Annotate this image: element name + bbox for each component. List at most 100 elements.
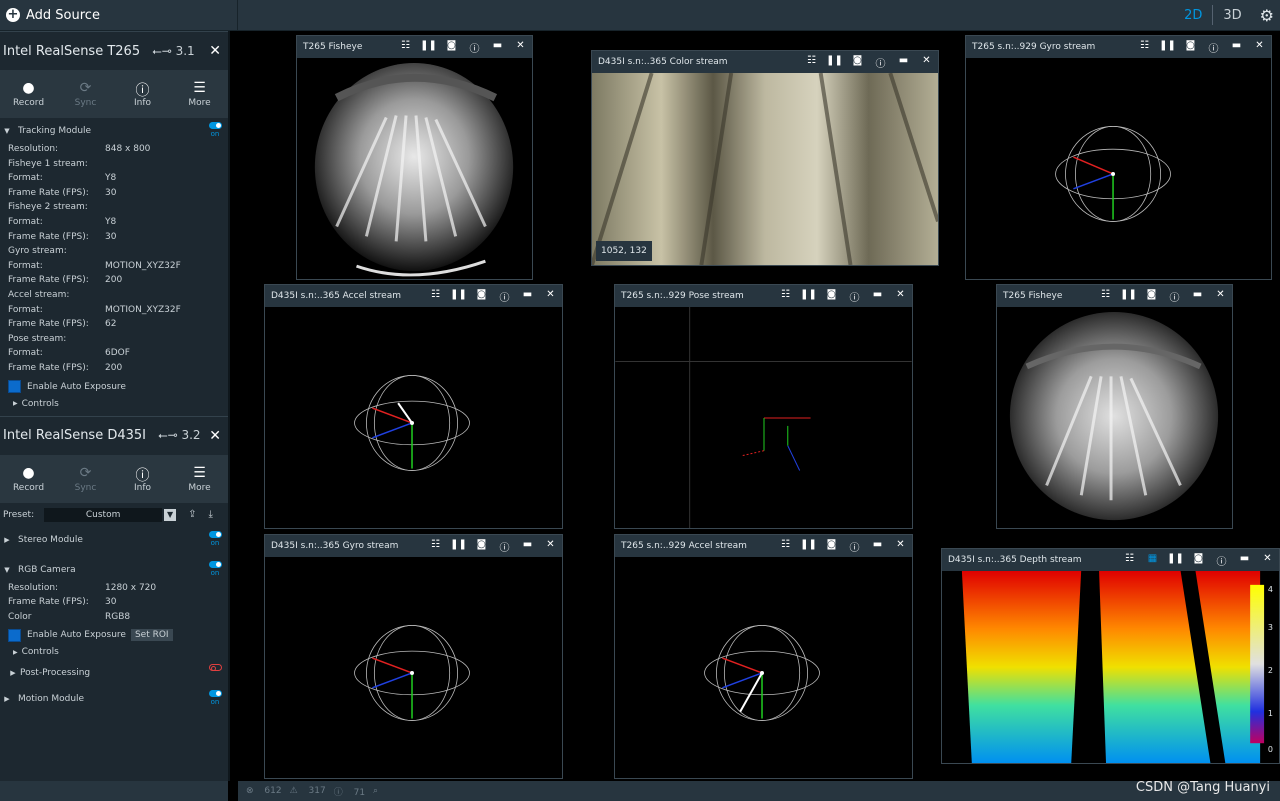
post-processing-toggle[interactable] [208,664,222,672]
module-motion[interactable]: ▶ Motion Module on [0,686,228,712]
close-icon[interactable]: ✕ [1209,289,1232,304]
close-icon[interactable]: ✕ [509,40,532,55]
info-icon[interactable]: ⓘ [493,289,516,304]
camera-icon[interactable]: ◙ [440,40,463,55]
warning-count[interactable]: ⚠ 317 [290,786,326,796]
module-tracking[interactable]: ▼ Tracking Module on [0,118,228,144]
close-icon[interactable]: ✕ [539,539,562,554]
module-rgb[interactable]: ▼ RGB Camera on [0,557,228,583]
minimize-icon[interactable]: ▬ [866,289,889,304]
close-icon[interactable]: ✕ [539,289,562,304]
chart-icon[interactable]: ▦ [1141,553,1164,568]
controls-expander[interactable]: ▶ Controls [0,644,228,660]
camera-icon[interactable]: ◙ [1187,553,1210,568]
minimize-icon[interactable]: ▬ [516,539,539,554]
preset-select[interactable]: Custom [44,507,163,522]
pause-icon[interactable]: ❚❚ [1164,553,1187,568]
close-icon[interactable]: ✕ [1248,40,1271,55]
list-icon[interactable]: ☷ [1118,553,1141,568]
minimize-icon[interactable]: ▬ [1225,40,1248,55]
minimize-icon[interactable]: ▬ [1186,289,1209,304]
set-roi-button[interactable]: Set ROI [130,629,173,642]
list-icon[interactable]: ☷ [1094,289,1117,304]
auto-exposure-checkbox[interactable]: Enable Auto Exposure Set ROI [0,626,228,644]
close-icon[interactable]: ✕ [1256,553,1279,568]
more-button[interactable]: ☰ More [171,70,228,118]
list-icon[interactable]: ☷ [800,55,823,70]
list-icon[interactable]: ☷ [774,539,797,554]
post-processing-row[interactable]: ▶ Post-Processing [0,660,228,686]
module-toggle[interactable]: on [208,690,222,706]
info-button[interactable]: ⓘ Info [114,70,171,118]
camera-icon[interactable]: ◙ [470,539,493,554]
record-button[interactable]: ● Record [0,70,57,118]
pause-icon[interactable]: ❚❚ [447,289,470,304]
close-icon[interactable]: ✕ [209,428,228,444]
minimize-icon[interactable]: ▬ [866,539,889,554]
close-icon[interactable]: ✕ [209,43,228,59]
sync-button[interactable]: ⟳ Sync [57,455,114,503]
checkbox-icon[interactable] [8,380,21,393]
module-toggle[interactable]: on [208,560,222,577]
view-2d-button[interactable]: 2D [1174,8,1212,23]
camera-icon[interactable]: ◙ [470,289,493,304]
info-icon[interactable]: ⓘ [1163,289,1186,304]
camera-icon[interactable]: ◙ [846,55,869,70]
sync-button[interactable]: ⟳ Sync [57,70,114,118]
info-icon[interactable]: ⓘ [1210,553,1233,568]
stream-window-t265-pose[interactable]: T265 s.n:..929 Pose stream ☷ ❚❚ ◙ ⓘ ▬ ✕ [614,284,913,529]
close-icon[interactable]: ✕ [889,289,912,304]
download-icon[interactable]: ⤓ [209,509,213,520]
pause-icon[interactable]: ❚❚ [1117,289,1140,304]
minimize-icon[interactable]: ▬ [892,55,915,70]
chevron-down-icon[interactable]: ▼ [164,508,177,521]
list-icon[interactable]: ☷ [424,539,447,554]
minimize-icon[interactable]: ▬ [1233,553,1256,568]
info-icon[interactable]: ⓘ [869,55,892,70]
stream-window-t265-fisheye-2[interactable]: T265 Fisheye ☷ ❚❚ ◙ ⓘ ▬ ✕ [996,284,1233,529]
info-icon[interactable]: ⓘ [493,539,516,554]
view-3d-button[interactable]: 3D [1213,8,1251,23]
list-icon[interactable]: ☷ [394,40,417,55]
pause-icon[interactable]: ❚❚ [417,40,440,55]
camera-icon[interactable]: ◙ [1140,289,1163,304]
minimize-icon[interactable]: ▬ [486,40,509,55]
auto-exposure-checkbox[interactable]: Enable Auto Exposure [0,378,228,396]
info-count[interactable]: ⓘ 71 [334,785,365,798]
list-icon[interactable]: ☷ [774,289,797,304]
gear-icon[interactable]: ⚙ [1252,6,1280,25]
minimize-icon[interactable]: ▬ [516,289,539,304]
module-toggle[interactable]: on [208,122,222,138]
info-icon[interactable]: ⓘ [843,539,866,554]
stream-window-d435-gyro[interactable]: D435I s.n:..365 Gyro stream ☷ ❚❚ ◙ ⓘ ▬ ✕ [264,534,563,779]
stream-window-t265-accel[interactable]: T265 s.n:..929 Accel stream ☷ ❚❚ ◙ ⓘ ▬ ✕ [614,534,913,779]
pause-icon[interactable]: ❚❚ [823,55,846,70]
info-button[interactable]: ⓘ Info [114,455,171,503]
camera-icon[interactable]: ◙ [820,539,843,554]
stream-window-d435-color[interactable]: D435I s.n:..365 Color stream ☷ ❚❚ ◙ ⓘ ▬ ✕ 105… [591,50,939,266]
list-icon[interactable]: ☷ [1133,40,1156,55]
error-count[interactable]: ⊗ 612 [246,786,282,796]
record-button[interactable]: ● Record [0,455,57,503]
stream-window-d435-depth[interactable]: D435I s.n:..365 Depth stream ☷ ▦ ❚❚ ◙ ⓘ ▬ ✕ 4 … [941,548,1280,764]
search-icon[interactable]: ⌕ [373,786,378,796]
checkbox-icon[interactable] [8,628,21,642]
info-icon[interactable]: ⓘ [1202,40,1225,55]
close-icon[interactable]: ✕ [915,55,938,70]
list-icon[interactable]: ☷ [424,289,447,304]
stream-window-t265-fisheye[interactable]: T265 Fisheye ☷ ❚❚ ◙ ⓘ ▬ ✕ [296,35,533,280]
camera-icon[interactable]: ◙ [1179,40,1202,55]
pause-icon[interactable]: ❚❚ [797,539,820,554]
add-source-button[interactable]: + Add Source [0,0,238,30]
info-icon[interactable]: ⓘ [843,289,866,304]
more-button[interactable]: ☰ More [171,455,228,503]
upload-icon[interactable]: ⇪ [188,509,196,520]
info-icon[interactable]: ⓘ [463,40,486,55]
pause-icon[interactable]: ❚❚ [447,539,470,554]
controls-expander[interactable]: ▶ Controls [0,396,228,412]
module-toggle[interactable]: on [208,530,222,547]
stream-window-t265-gyro[interactable]: T265 s.n:..929 Gyro stream ☷ ❚❚ ◙ ⓘ ▬ ✕ [965,35,1272,280]
pause-icon[interactable]: ❚❚ [1156,40,1179,55]
pause-icon[interactable]: ❚❚ [797,289,820,304]
camera-icon[interactable]: ◙ [820,289,843,304]
